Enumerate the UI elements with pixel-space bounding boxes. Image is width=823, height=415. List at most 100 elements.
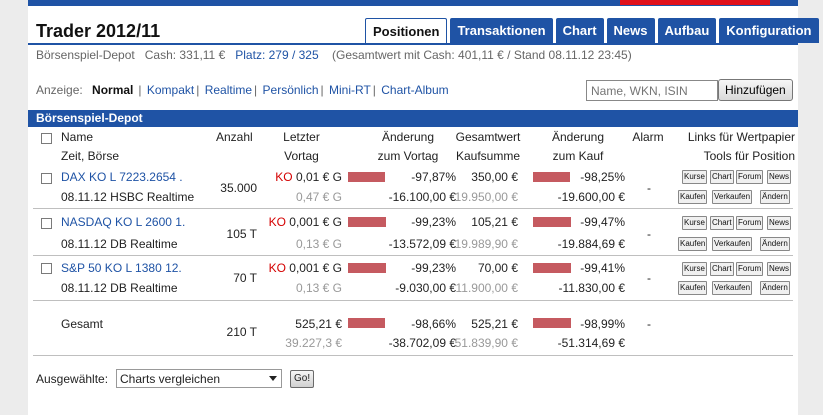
depot-name: Börsenspiel-Depot: [36, 48, 135, 62]
row-alarm: -: [647, 181, 651, 195]
col-tools: Tools für Position: [703, 149, 795, 163]
view-selector: Anzeige: Normal | Kompakt | Realtime | Pers…: [36, 83, 449, 97]
view-realtime[interactable]: Realtime: [205, 83, 252, 97]
total-kauf-pct: -98,99%: [580, 317, 625, 331]
total-kauf-abs: -51.314,69 €: [557, 336, 625, 350]
view-mini-rt[interactable]: Mini-RT: [329, 83, 371, 97]
kaufen-button[interactable]: Kaufen: [678, 190, 708, 204]
row-aend-pct: -97,87%: [411, 170, 456, 184]
tab-aufbau[interactable]: Aufbau: [657, 18, 717, 43]
verkaufen-button[interactable]: Verkaufen: [712, 237, 753, 251]
view-label: Anzeige:: [36, 83, 83, 97]
chart-button[interactable]: Chart: [710, 262, 734, 276]
forum-button[interactable]: Forum: [736, 216, 764, 230]
row-aend-pct: -99,23%: [411, 215, 456, 229]
search-input[interactable]: [586, 80, 718, 101]
col-vortag: Vortag: [284, 149, 319, 163]
kaufen-button[interactable]: Kaufen: [678, 281, 708, 295]
top-red-bar: [620, 0, 770, 5]
kauf-change-bar: [533, 217, 571, 227]
add-button[interactable]: Hinzufügen: [718, 79, 793, 101]
row-letzter: KO 0,001 € G: [268, 261, 342, 275]
kurse-button[interactable]: Kurse: [682, 170, 707, 184]
row-checkbox[interactable]: [41, 173, 52, 184]
row-kauf-abs: -19.600,00 €: [557, 190, 625, 204]
security-name-link[interactable]: DAX KO L 7223.2654 .: [61, 170, 183, 184]
row-letzter: KO 0,01 € G: [275, 170, 342, 184]
row-anzahl: 105 T: [226, 227, 257, 241]
aendern-button[interactable]: Ändern: [760, 237, 790, 251]
ko-badge: KO: [268, 215, 286, 229]
row-checkbox[interactable]: [41, 263, 52, 274]
row-gesamtwert: 105,21 €: [471, 215, 518, 229]
total-letzter: 525,21 €: [295, 317, 342, 331]
action-select[interactable]: Charts vergleichen: [116, 369, 282, 388]
row-kauf-abs: -11.830,00 €: [558, 281, 626, 295]
row-divider: [33, 208, 793, 209]
aendern-button[interactable]: Ändern: [760, 190, 790, 204]
total-kauf-change-bar: [533, 318, 571, 328]
tab-chart[interactable]: Chart: [555, 18, 604, 43]
security-name-link[interactable]: S&P 50 KO L 1380 12.: [61, 261, 182, 275]
verkaufen-button[interactable]: Verkaufen: [712, 281, 753, 295]
row-kauf-pct: -98,25%: [580, 170, 625, 184]
tab-positionen[interactable]: Positionen: [365, 18, 448, 43]
section-header: Börsenspiel-Depot: [28, 110, 798, 127]
total-anzahl: 210 T: [226, 325, 257, 339]
news-button[interactable]: News: [767, 262, 792, 276]
row-alarm: -: [647, 227, 651, 241]
col-letzter: Letzter: [283, 130, 320, 144]
view-kompakt[interactable]: Kompakt: [147, 83, 194, 97]
cash-value: Cash: 331,11 €: [144, 48, 226, 62]
total-aend-pct: -98,66%: [411, 317, 456, 331]
row-gesamtwert: 350,00 €: [471, 170, 518, 184]
chart-button[interactable]: Chart: [710, 170, 734, 184]
kaufen-button[interactable]: Kaufen: [678, 237, 708, 251]
chart-button[interactable]: Chart: [710, 216, 734, 230]
row-zeit: 08.11.12 DB Realtime: [61, 281, 178, 295]
tab-bar: Positionen Transaktionen Chart News Aufb…: [365, 18, 819, 43]
platz-link[interactable]: Platz: 279 / 325: [235, 48, 318, 62]
row-checkbox[interactable]: [41, 218, 52, 229]
row-alarm: -: [647, 271, 651, 285]
table-bottom-divider: [33, 355, 793, 356]
total-change-bar: [348, 318, 385, 328]
row-kauf-abs: -19.884,69 €: [557, 237, 625, 251]
news-button[interactable]: News: [767, 170, 792, 184]
tab-underline: [28, 43, 798, 45]
row-aend-abs: -16.100,00 €: [388, 190, 456, 204]
row-divider: [33, 300, 793, 301]
row-kaufsumme: 19.950,00 €: [454, 190, 518, 204]
col-aenderung-kauf: Änderung: [551, 130, 605, 144]
kauf-change-bar: [533, 172, 570, 182]
view-chart-album[interactable]: Chart-Album: [381, 83, 448, 97]
kurse-button[interactable]: Kurse: [682, 262, 707, 276]
go-button[interactable]: Go!: [290, 370, 315, 388]
gesamt-info: (Gesamtwert mit Cash: 401,11 € / Stand 0…: [332, 48, 632, 62]
total-aend-abs: -38.702,09 €: [388, 336, 456, 350]
selected-label: Ausgewählte:: [36, 372, 109, 386]
kurse-button[interactable]: Kurse: [682, 216, 707, 230]
total-label: Gesamt: [61, 317, 104, 331]
news-button[interactable]: News: [767, 216, 792, 230]
row-zeit: 08.11.12 DB Realtime: [61, 237, 178, 251]
ko-badge: KO: [268, 261, 286, 275]
forum-button[interactable]: Forum: [736, 170, 764, 184]
aendern-button[interactable]: Ändern: [760, 281, 790, 295]
row-anzahl: 35.000: [220, 181, 257, 195]
col-zeit: Zeit, Börse: [61, 149, 120, 163]
security-name-link[interactable]: NASDAQ KO L 2600 1.: [61, 215, 185, 229]
col-kaufsumme: Kaufsumme: [455, 149, 521, 163]
col-alarm: Alarm: [632, 130, 664, 144]
view-persoenlich[interactable]: Persönlich: [263, 83, 319, 97]
tab-transaktionen[interactable]: Transaktionen: [450, 18, 553, 43]
select-all-checkbox[interactable]: [41, 133, 52, 144]
row-vortag: 0,13 € G: [295, 237, 342, 251]
row-anzahl: 70 T: [233, 271, 257, 285]
forum-button[interactable]: Forum: [736, 262, 764, 276]
verkaufen-button[interactable]: Verkaufen: [712, 190, 753, 204]
row-kaufsumme: 19.989,90 €: [454, 237, 518, 251]
tab-konfiguration[interactable]: Konfiguration: [719, 18, 819, 43]
col-anzahl: Anzahl: [216, 130, 253, 144]
tab-news[interactable]: News: [606, 18, 655, 43]
